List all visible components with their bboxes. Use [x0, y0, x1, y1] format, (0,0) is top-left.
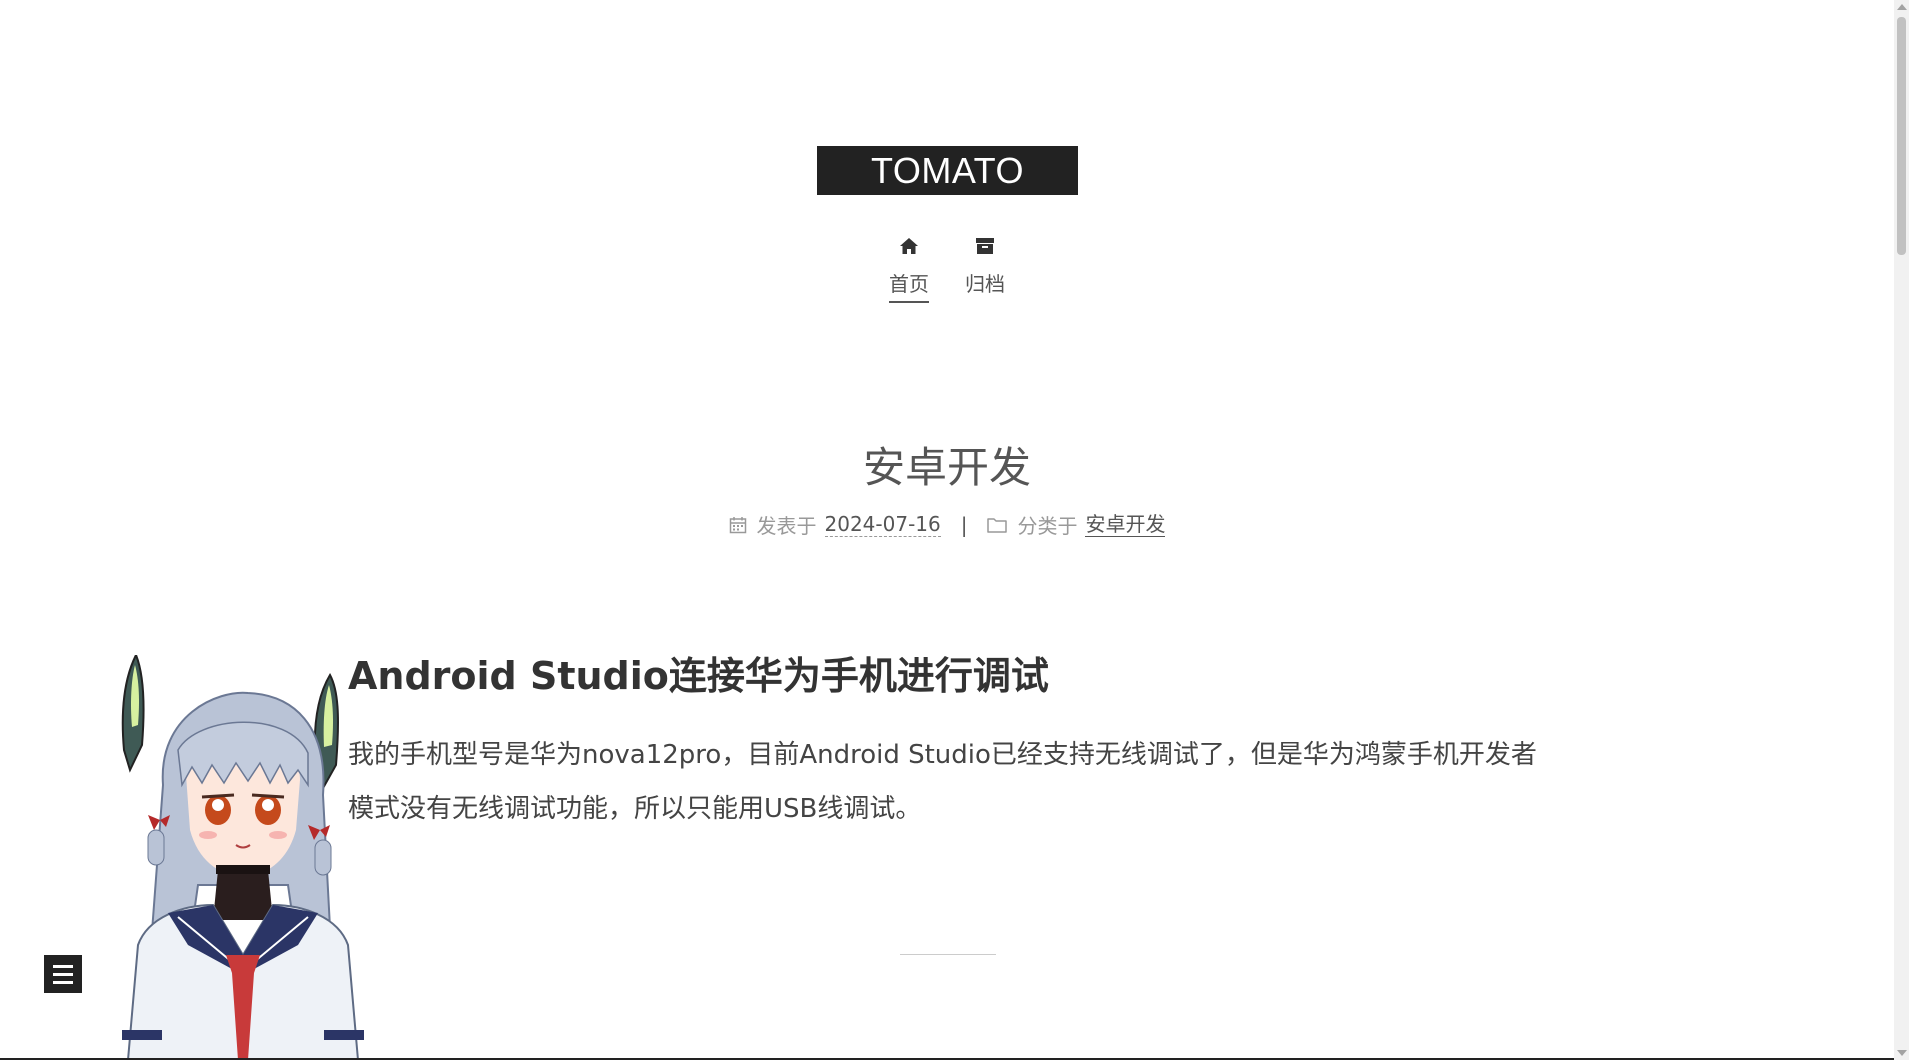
- category-prefix: 分类于: [1017, 514, 1078, 538]
- post-body: 我的手机型号是华为nova12pro，目前Android Studio已经支持无…: [348, 740, 1537, 824]
- post-heading: Android Studio连接华为手机进行调试: [348, 654, 1049, 698]
- home-icon: [899, 233, 919, 259]
- menu-icon-bar: [53, 972, 73, 976]
- left-ornament: [121, 655, 145, 773]
- posted-prefix: 发表于: [756, 514, 817, 538]
- page: TOMATO 首页 归档 安卓开发 发表于 2024-07-16 | 分类于 安…: [0, 0, 1909, 1060]
- main-nav: 首页 归档: [0, 233, 1894, 303]
- sidebar-toggle-button[interactable]: [44, 955, 82, 993]
- scroll-down-arrow-icon[interactable]: [1897, 1050, 1907, 1056]
- nav-label-archive: 归档: [965, 272, 1005, 296]
- archive-icon: [976, 233, 994, 259]
- live2d-mascot[interactable]: [108, 655, 378, 1060]
- nav-label-home: 首页: [889, 271, 929, 303]
- calendar-icon: [729, 516, 747, 534]
- post-title[interactable]: 安卓开发: [0, 440, 1894, 496]
- post-date[interactable]: 2024-07-16: [824, 512, 941, 537]
- nav-item-archive[interactable]: 归档: [965, 233, 1005, 303]
- post-meta: 发表于 2024-07-16 | 分类于 安卓开发: [0, 510, 1894, 539]
- folder-icon: [987, 517, 1008, 533]
- meta-divider: |: [960, 512, 968, 537]
- menu-icon-bar: [53, 980, 73, 984]
- scroll-up-arrow-icon[interactable]: [1897, 4, 1907, 10]
- vertical-scrollbar[interactable]: [1894, 0, 1909, 1060]
- nav-item-home[interactable]: 首页: [889, 233, 929, 303]
- post-end-divider: [900, 954, 996, 955]
- site-brand[interactable]: TOMATO: [817, 146, 1078, 195]
- post-category[interactable]: 安卓开发: [1085, 512, 1166, 537]
- menu-icon: [53, 964, 73, 968]
- scrollbar-thumb[interactable]: [1897, 17, 1906, 255]
